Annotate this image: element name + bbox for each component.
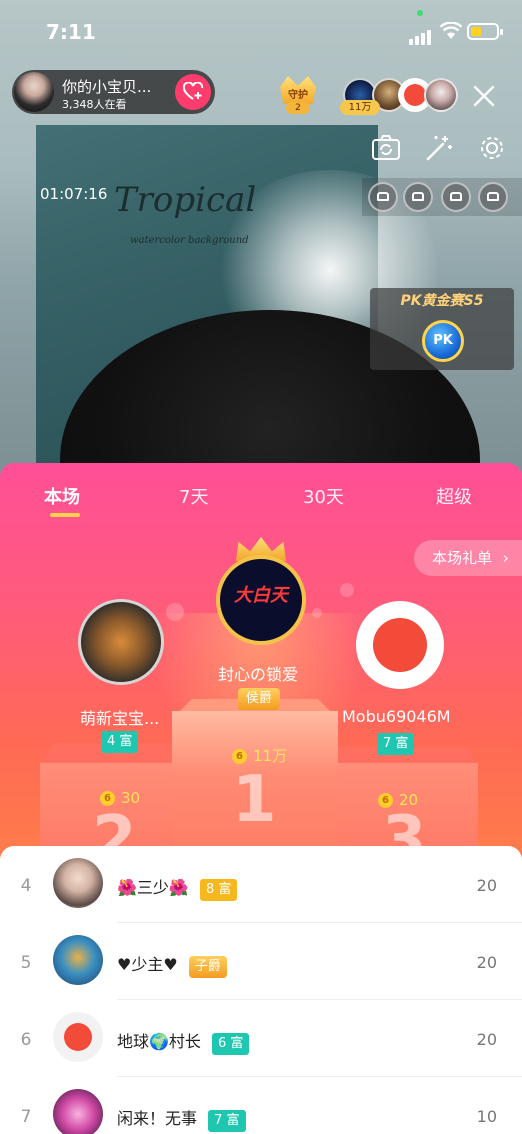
first-place-name[interactable]: 封心の锁爱: [218, 661, 298, 685]
first-place-score: 6 11万: [232, 745, 287, 766]
chevron-right-icon: ›: [502, 549, 509, 567]
settings-gear-icon[interactable]: [476, 132, 508, 164]
host-avatar[interactable]: [14, 72, 54, 112]
list-rank: 7: [20, 1107, 32, 1127]
avatar[interactable]: [53, 1012, 103, 1062]
list-rank: 6: [20, 1030, 32, 1050]
list-item[interactable]: 7 闲来！无事 7 富 10: [0, 1077, 522, 1134]
close-icon[interactable]: [470, 82, 498, 110]
tab-7-days[interactable]: 7天: [179, 483, 208, 509]
ranking-tabs: 本场 7天 30天 超级: [0, 483, 522, 513]
list-value: 20: [476, 876, 497, 895]
second-place-wealth-badge: 4 富: [101, 731, 139, 753]
gift-list-label: 本场礼单: [432, 549, 493, 567]
list-name: 闲来！无事: [117, 1109, 198, 1128]
list-rank: 4: [20, 876, 32, 896]
list-item[interactable]: 4 🌺三少🌺 8 富 20: [0, 846, 522, 923]
list-value: 10: [476, 1107, 497, 1126]
decor-bubble: [166, 603, 184, 621]
podium-rank-first: 1: [232, 763, 277, 837]
seat-sofa-icon[interactable]: [368, 182, 398, 212]
clock: 7:11: [46, 20, 96, 44]
coin-icon: 6: [378, 793, 393, 808]
flip-camera-icon[interactable]: [370, 132, 402, 164]
list-value: 20: [476, 953, 497, 972]
decor-bubble: [340, 583, 354, 597]
contribution-badge: 11万: [340, 100, 380, 115]
battery-icon: [467, 23, 503, 40]
wealth-badge: 6 富: [212, 1033, 250, 1055]
beauty-wand-icon[interactable]: [423, 132, 455, 164]
wealth-badge: 8 富: [199, 879, 238, 901]
tab-30-days[interactable]: 30天: [303, 483, 344, 509]
list-name-group: 闲来！无事 7 富: [117, 1105, 246, 1132]
live-duration: 01:07:16: [40, 185, 108, 203]
tab-super[interactable]: 超级: [436, 483, 472, 509]
pk-label: PK: [433, 333, 453, 348]
avatar[interactable]: [53, 935, 103, 985]
avatar[interactable]: [53, 858, 103, 908]
poster-subtitle: watercolor background: [130, 235, 249, 246]
active-tab-indicator: [50, 513, 80, 517]
tab-this-session[interactable]: 本场: [44, 483, 80, 509]
first-avatar-text: 大白天: [234, 585, 288, 606]
third-place-wealth-badge: 7 富: [377, 733, 415, 755]
seat-sofa-icon[interactable]: [478, 182, 508, 212]
decor-bubble: [312, 608, 322, 618]
third-score-value: 20: [399, 791, 419, 809]
cellular-signal-icon: [409, 26, 433, 45]
pk-title: PK黄金赛S5: [400, 293, 484, 309]
heart-plus-icon: [183, 82, 203, 100]
list-name-group: 地球🌍村长 6 富: [117, 1028, 250, 1055]
wealth-badge: 7 富: [208, 1110, 246, 1132]
seat-sofa-icon[interactable]: [403, 182, 433, 212]
list-item[interactable]: 5 ♥少主♥ 子爵 20: [0, 923, 522, 1000]
default-avatar-icon: [64, 1023, 92, 1051]
first-place-rank-badge: 侯爵: [238, 688, 281, 710]
third-place-score: 6 20: [378, 791, 418, 809]
list-name: ♥少主♥: [117, 955, 178, 974]
second-place-avatar[interactable]: [78, 599, 164, 685]
ranking-list: 4 🌺三少🌺 8 富 20 5 ♥少主♥ 子爵 20 6 地球🌍村长 6 富 2…: [0, 846, 522, 1134]
pk-icon[interactable]: PK: [422, 320, 464, 362]
live-room-screen: Tropical watercolor background 7:11 你的小宝…: [0, 0, 522, 1134]
wifi-icon: [440, 22, 462, 39]
follow-button[interactable]: [175, 74, 211, 110]
guard-label: 守护: [288, 90, 308, 101]
seat-sofa-icon[interactable]: [441, 182, 471, 212]
list-item[interactable]: 6 地球🌍村长 6 富 20: [0, 1000, 522, 1077]
guard-badge[interactable]: 守护 2: [276, 76, 320, 116]
list-rank: 5: [20, 953, 32, 973]
list-value: 20: [476, 1030, 497, 1049]
list-name-group: ♥少主♥ 子爵: [117, 951, 227, 978]
coin-icon: 6: [100, 791, 115, 806]
first-score-value: 11万: [253, 747, 288, 765]
second-place-score: 6 30: [100, 789, 140, 807]
mic-indicator-icon: [417, 10, 423, 16]
coin-icon: 6: [232, 749, 247, 764]
guard-count: 2: [286, 102, 310, 114]
status-bar: 7:11: [0, 0, 522, 64]
third-place-avatar[interactable]: [356, 601, 444, 689]
pk-event-banner[interactable]: PK黄金赛S5 PK: [370, 288, 514, 370]
second-score-value: 30: [121, 789, 141, 807]
second-place-name[interactable]: 萌新宝宝...: [80, 705, 159, 729]
avatar[interactable]: [53, 1089, 103, 1134]
host-info[interactable]: 你的小宝贝... 3,348人在看: [12, 70, 215, 114]
audience-avatar[interactable]: [424, 78, 458, 112]
viewer-count: 3,348人在看: [62, 98, 127, 111]
list-name-group: 🌺三少🌺 8 富: [117, 874, 238, 901]
third-place-name[interactable]: Mobu69046M: [342, 707, 451, 726]
gift-list-button[interactable]: 本场礼单 ›: [414, 540, 522, 576]
poster-title: Tropical: [114, 180, 257, 220]
noble-badge: 子爵: [188, 956, 227, 978]
ranking-panel: 本场 7天 30天 超级 本场礼单 › 1 2 3 大白天 封心の锁爱 侯爵 6: [0, 463, 522, 863]
list-name: 🌺三少🌺: [117, 878, 189, 897]
host-name: 你的小宝贝...: [62, 78, 152, 96]
list-name: 地球🌍村长: [117, 1032, 201, 1051]
